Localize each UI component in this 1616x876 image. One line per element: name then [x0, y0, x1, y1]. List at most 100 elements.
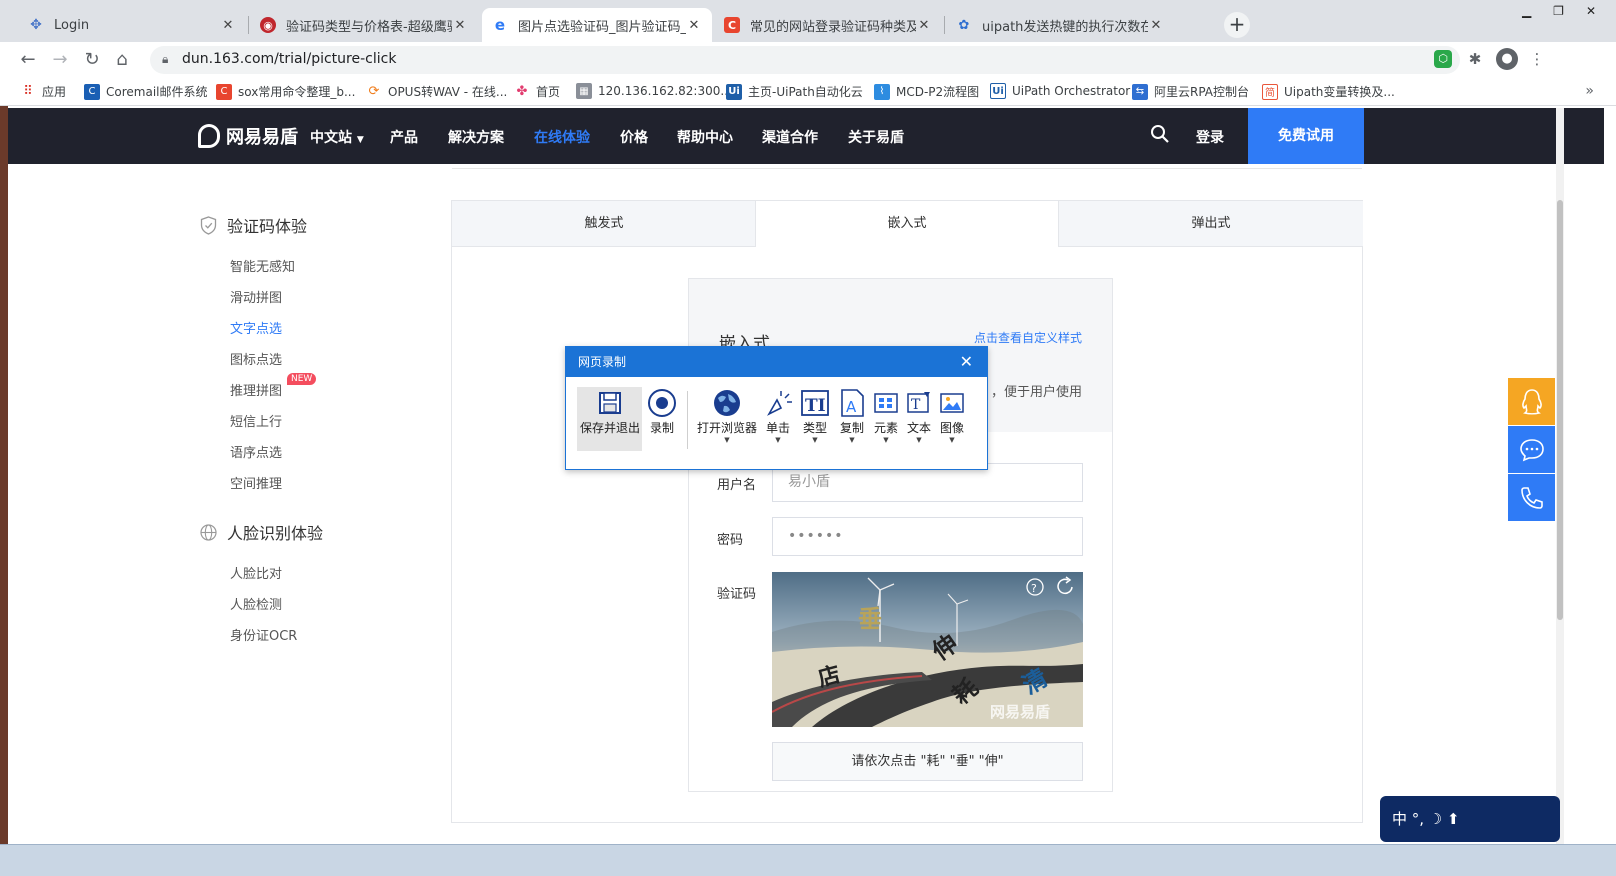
reload-icon[interactable]: ↻	[80, 48, 104, 72]
jianshu-icon: 简	[1262, 83, 1278, 100]
help-question-mark: ?	[1031, 582, 1037, 595]
more-bookmarks-icon[interactable]: »	[1585, 83, 1594, 99]
copy-text-icon: A	[841, 389, 864, 417]
restore-icon[interactable]: ❐	[1553, 4, 1564, 18]
nav-help-center[interactable]: 帮助中心	[677, 127, 733, 147]
username-label: 用户名	[717, 478, 757, 493]
bookmark-item[interactable]: C Coremail邮件系统	[84, 83, 208, 100]
button-label: 图像	[939, 421, 964, 435]
bookmark-item[interactable]: Ui UiPath Orchestrator	[990, 83, 1130, 99]
tab-title: 验证码类型与价格表-超级鹰验证	[286, 19, 452, 35]
phone-button[interactable]	[1508, 474, 1555, 521]
click-button[interactable]: 单击 ▼	[761, 387, 795, 444]
image-button[interactable]: 图像 ▼	[936, 387, 968, 444]
scrollbar-thumb[interactable]	[1557, 200, 1563, 620]
tab-popup[interactable]: 弹出式	[1059, 201, 1363, 247]
chat-button[interactable]	[1508, 426, 1555, 473]
close-icon[interactable]: ✕	[960, 347, 973, 377]
free-trial-button[interactable]: 免费试用	[1248, 108, 1364, 164]
sidebar-item-text-click[interactable]: 文字点选	[230, 318, 282, 337]
ime-toolbar[interactable]: 中 °, ☽ ⬆	[1380, 796, 1560, 842]
sidebar-item-word-order[interactable]: 语序点选	[230, 442, 282, 461]
nav-products[interactable]: 产品	[390, 127, 418, 147]
browser-tab-active[interactable]: e 图片点选验证码_图片验证码_验证 ✕	[482, 8, 712, 42]
flowchart-icon: ⌇	[874, 83, 890, 100]
menu-kebab-icon[interactable]: ⋮	[1526, 48, 1548, 70]
eagle-icon: ◉	[260, 17, 276, 33]
tab-trigger[interactable]: 触发式	[452, 201, 756, 247]
nav-about[interactable]: 关于易盾	[848, 127, 904, 147]
bookmark-item[interactable]: ⟳ OPUS转WAV - 在线...	[366, 83, 508, 100]
dropdown-caret-icon: ▼	[724, 436, 730, 444]
bookmark-item[interactable]: ✤ 首页	[514, 83, 560, 100]
browser-tab[interactable]: C 常见的网站登录验证码种类及其 ✕	[714, 8, 942, 42]
forward-arrow-icon[interactable]: →	[48, 48, 72, 72]
site-logo[interactable]: 网易易盾	[198, 123, 298, 149]
bookmark-item[interactable]: Ui 主页-UiPath自动化云	[726, 83, 863, 100]
nav-solutions[interactable]: 解决方案	[448, 127, 504, 147]
bookmark-item[interactable]: ▦ 120.136.162.82:300...	[576, 83, 732, 99]
sidebar-item-id-ocr[interactable]: 身份证OCR	[230, 625, 297, 644]
address-bar[interactable]: 🔒︎ dun.163.com/trial/picture-click ☆	[150, 46, 1460, 74]
nav-online-trial[interactable]: 在线体验	[534, 127, 590, 147]
apps-grid-icon: ⠿	[23, 84, 33, 99]
close-tab-icon[interactable]: ✕	[1148, 18, 1164, 33]
bookmark-item[interactable]: 简 Uipath变量转换及...	[1262, 83, 1395, 100]
type-button[interactable]: TI 类型 ▼	[798, 387, 832, 444]
password-field[interactable]: ••••••	[772, 517, 1083, 556]
close-tab-icon[interactable]: ✕	[686, 18, 702, 33]
new-tab-button[interactable]: +	[1224, 12, 1250, 38]
back-arrow-icon[interactable]: ←	[16, 48, 40, 72]
button-label: 保存并退出	[580, 421, 641, 435]
close-tab-icon[interactable]: ✕	[452, 18, 468, 33]
sidebar-item-smart[interactable]: 智能无感知	[230, 256, 295, 275]
open-browser-button[interactable]: 打开浏览器 ▼	[697, 387, 757, 444]
sidebar-item-inference-puzzle[interactable]: 推理拼图	[230, 380, 282, 399]
convert-icon: ⟳	[368, 84, 380, 99]
element-button[interactable]: 元素 ▼	[870, 387, 902, 444]
profile-avatar-icon[interactable]: ●	[1496, 48, 1518, 70]
heading-text: 人脸识别体验	[227, 524, 324, 543]
bookmarks-bar: ⠿ 应用 C Coremail邮件系统 Csox常用命令整理_b... ⟳ OPUS转…	[0, 78, 1616, 106]
close-tab-icon[interactable]: ✕	[220, 18, 236, 33]
browser-tab[interactable]: ✿ uipath发送热键的执行次数在哪里 ✕	[946, 8, 1174, 42]
close-window-icon[interactable]: ✕	[1586, 4, 1596, 18]
bookmark-item[interactable]: Csox常用命令整理_b...	[216, 83, 355, 100]
nav-channel[interactable]: 渠道合作	[762, 127, 818, 147]
bookmark-item[interactable]: ⇆ 阿里云RPA控制台	[1132, 83, 1249, 100]
browser-tab[interactable]: ✥ Login ✕	[18, 8, 246, 42]
record-button[interactable]: 录制	[645, 387, 679, 436]
custom-style-link[interactable]: 点击查看自定义样式	[974, 329, 1082, 346]
text-tool-icon: T	[907, 392, 930, 413]
page-scrollbar[interactable]	[1556, 108, 1564, 844]
search-icon[interactable]	[1150, 124, 1170, 144]
bookmark-apps[interactable]: ⠿ 应用	[20, 83, 66, 100]
text-button[interactable]: T 文本 ▼	[903, 387, 935, 444]
uipath-diamond-icon: ✥	[30, 17, 42, 33]
close-tab-icon[interactable]: ✕	[916, 18, 932, 33]
captcha-char[interactable]: 垂	[858, 605, 882, 633]
puzzle-extensions-icon[interactable]: ✱	[1464, 48, 1486, 70]
dropdown-caret-icon: ▼	[949, 436, 955, 444]
captcha-image[interactable]: 垂 店 伸 耗 清 网易易盾 ?	[772, 572, 1083, 727]
sidebar-item-face-detect[interactable]: 人脸检测	[230, 594, 282, 613]
sidebar-item-slide-puzzle[interactable]: 滑动拼图	[230, 287, 282, 306]
home-icon[interactable]: ⌂	[110, 48, 134, 72]
recorder-titlebar: 网页录制	[566, 347, 987, 377]
browser-tab[interactable]: ◉ 验证码类型与价格表-超级鹰验证 ✕	[250, 8, 478, 42]
sidebar-item-icon-click[interactable]: 图标点选	[230, 349, 282, 368]
sidebar-item-sms[interactable]: 短信上行	[230, 411, 282, 430]
save-and-exit-button[interactable]: 保存并退出	[580, 387, 640, 436]
bookmark-item[interactable]: ⌇ MCD-P2流程图	[874, 83, 979, 100]
csdn-c-icon: C	[216, 83, 232, 100]
login-link[interactable]: 登录	[1196, 127, 1224, 147]
minimize-icon[interactable]: ▁	[1522, 4, 1531, 18]
nav-pricing[interactable]: 价格	[620, 127, 648, 147]
copy-button[interactable]: A 复制 ▼	[835, 387, 869, 444]
nav-language[interactable]: 中文站 ▼	[310, 127, 364, 147]
sidebar-item-face-compare[interactable]: 人脸比对	[230, 563, 282, 582]
qq-contact-button[interactable]	[1508, 378, 1555, 425]
tab-embedded[interactable]: 嵌入式	[755, 201, 1059, 247]
sidebar-item-spatial[interactable]: 空间推理	[230, 473, 282, 492]
extension-green-icon[interactable]: ⬡	[1434, 50, 1452, 68]
